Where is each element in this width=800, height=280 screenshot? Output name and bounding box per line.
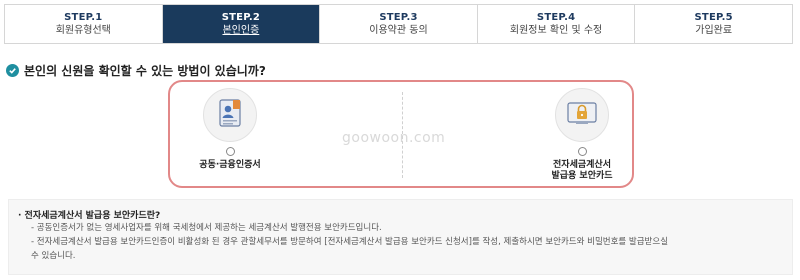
verification-question: 본인의 신원을 확인할 수 있는 방법이 있습니까? — [6, 62, 266, 79]
step-number: STEP.5 — [694, 11, 733, 23]
step-progress-bar: STEP.1 회원유형선택 STEP.2 본인인증 STEP.3 이용약관 동의… — [4, 4, 793, 44]
step-label: 회원유형선택 — [55, 24, 111, 36]
step-number: STEP.1 — [64, 11, 103, 23]
info-box: · 전자세금계산서 발급용 보안카드란? - 공동인증서가 없는 영세사업자를 … — [8, 199, 793, 275]
step-number: STEP.3 — [379, 11, 418, 23]
security-card-radio[interactable] — [577, 147, 587, 156]
step-label: 가입완료 — [695, 24, 733, 36]
security-card-label: 전자세금계산서 발급용 보안카드 — [551, 160, 612, 182]
watermark: goowoon.com — [342, 130, 446, 146]
step-label: 본인인증 — [222, 24, 260, 36]
option-security-card[interactable]: 전자세금계산서 발급용 보안카드 — [522, 88, 642, 182]
certificate-radio[interactable] — [225, 147, 235, 156]
option-certificate[interactable]: 공동·금융인증서 — [170, 88, 290, 171]
step-1[interactable]: STEP.1 회원유형선택 — [5, 5, 163, 43]
certificate-icon-circle — [203, 88, 257, 142]
info-line: - 전자세금계산서 발급용 보안카드인증이 비활성화 된 경우 관할세무서를 방… — [31, 237, 669, 247]
step-5[interactable]: STEP.5 가입완료 — [635, 5, 792, 43]
info-line: 수 있습니다. — [31, 251, 76, 261]
step-label: 회원정보 확인 및 수정 — [509, 24, 603, 36]
info-line: - 공동인증서가 없는 영세사업자를 위해 국세청에서 제공하는 세금계산서 발… — [31, 223, 382, 233]
check-icon — [6, 64, 19, 77]
security-card-label-line1: 전자세금계산서 — [553, 160, 611, 170]
step-label: 이용약관 동의 — [369, 24, 428, 36]
step-number: STEP.4 — [536, 11, 576, 23]
question-text: 본인의 신원을 확인할 수 있는 방법이 있습니까? — [24, 64, 266, 78]
step-2[interactable]: STEP.2 본인인증 — [162, 5, 321, 43]
certificate-label: 공동·금융인증서 — [199, 160, 261, 170]
info-title: · 전자세금계산서 발급용 보안카드란? — [18, 211, 161, 221]
security-card-icon-circle — [555, 88, 609, 142]
step-number: STEP.2 — [221, 11, 261, 23]
certificate-icon — [216, 98, 244, 132]
step-4[interactable]: STEP.4 회원정보 확인 및 수정 — [477, 5, 636, 43]
security-card-label-line2: 발급용 보안카드 — [551, 171, 613, 181]
step-3[interactable]: STEP.3 이용약관 동의 — [320, 5, 478, 43]
security-card-icon — [566, 99, 598, 131]
